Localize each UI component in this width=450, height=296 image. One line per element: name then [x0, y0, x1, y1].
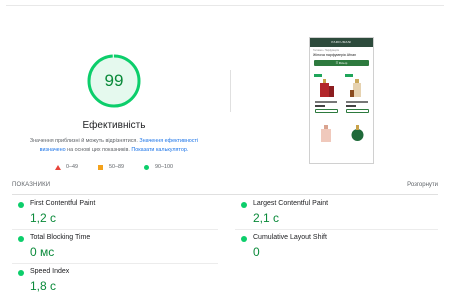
- metric-value: 1,2 с: [30, 211, 57, 225]
- preview-product-name: [315, 101, 337, 103]
- preview-product-price: [315, 105, 325, 107]
- metric-value: 0 мс: [30, 245, 55, 259]
- metric-row-divider: [12, 229, 218, 230]
- metric-first-contentful-paint: First Contentful Paint 1,2 с: [18, 197, 218, 227]
- metric-name: Total Blocking Time: [30, 234, 91, 241]
- legend-average-range: 50–89: [109, 164, 124, 170]
- preview-product-grid: [313, 74, 371, 163]
- metric-row-divider: [12, 263, 218, 264]
- metric-name: Speed Index: [30, 268, 70, 275]
- note-text: Значення приблизні й можуть відрізнятися…: [29, 138, 140, 144]
- metric-name: Largest Contentful Paint: [253, 200, 329, 207]
- metric-total-blocking-time: Total Blocking Time 0 мс: [18, 231, 218, 261]
- metric-name: First Contentful Paint: [30, 200, 96, 207]
- metric-name: Cumulative Layout Shift: [253, 234, 327, 241]
- triangle-icon: [55, 165, 61, 170]
- pass-circle-icon: [241, 236, 247, 242]
- square-icon: [98, 165, 103, 170]
- metric-speed-index: Speed Index 1,8 с: [18, 265, 218, 295]
- preview-buy-button: [315, 109, 338, 113]
- expand-view-toggle[interactable]: Розгорнути: [407, 182, 438, 188]
- pass-circle-icon: [18, 270, 24, 276]
- vertical-divider: [230, 70, 231, 112]
- preview-product-price: [346, 105, 356, 107]
- preview-buy-button: [346, 109, 369, 113]
- preview-product-card: [313, 119, 340, 163]
- metric-row-divider: [235, 229, 438, 230]
- perfume-bottle-image: [350, 79, 361, 97]
- metrics-heading: ПОКАЗНИКИ: [12, 182, 51, 188]
- preview-brand-bar: PARFUMANI: [310, 38, 373, 47]
- preview-heading: Жіноча парфумерія Afnan: [313, 53, 357, 57]
- preview-badge: [345, 74, 353, 77]
- page-screenshot-thumbnail[interactable]: PARFUMANI Головна › Парфумерія Жіноча па…: [309, 37, 374, 164]
- top-divider: [6, 5, 444, 6]
- metric-largest-contentful-paint: Largest Contentful Paint 2,1 с: [241, 197, 441, 227]
- metrics-divider: [12, 194, 438, 195]
- note-text-2: на основі цих показників.: [65, 147, 132, 153]
- performance-score-value: 99: [104, 71, 124, 90]
- legend-fail-range: 0–49: [66, 164, 78, 170]
- preview-product-card: [344, 119, 371, 163]
- pass-circle-icon: [18, 236, 24, 242]
- preview-badge: [314, 74, 322, 77]
- preview-product-card: [344, 74, 371, 119]
- performance-score-gauge[interactable]: 99: [86, 53, 142, 109]
- show-calculator-link[interactable]: Показати калькулятор.: [131, 147, 188, 153]
- legend-pass-range: 90–100: [155, 164, 173, 170]
- preview-product-name: [346, 101, 368, 103]
- metric-value: 1,8 с: [30, 279, 57, 293]
- perfume-bottle-image: [320, 79, 334, 97]
- pass-circle-icon: [18, 202, 24, 208]
- metric-cumulative-layout-shift: Cumulative Layout Shift 0: [241, 231, 441, 261]
- perfume-bottle-image: [321, 125, 331, 142]
- metric-value: 2,1 с: [253, 211, 280, 225]
- score-note: Значення приблизні й можуть відрізнятися…: [22, 137, 206, 155]
- preview-product-card: [313, 74, 340, 119]
- metric-value: 0: [253, 245, 260, 259]
- performance-title: Ефективність: [82, 120, 146, 131]
- pass-circle-icon: [241, 202, 247, 208]
- preview-filter-button: ☰ Фільтр: [314, 60, 369, 66]
- circle-icon: [144, 165, 149, 170]
- perfume-bottle-image: [351, 125, 364, 141]
